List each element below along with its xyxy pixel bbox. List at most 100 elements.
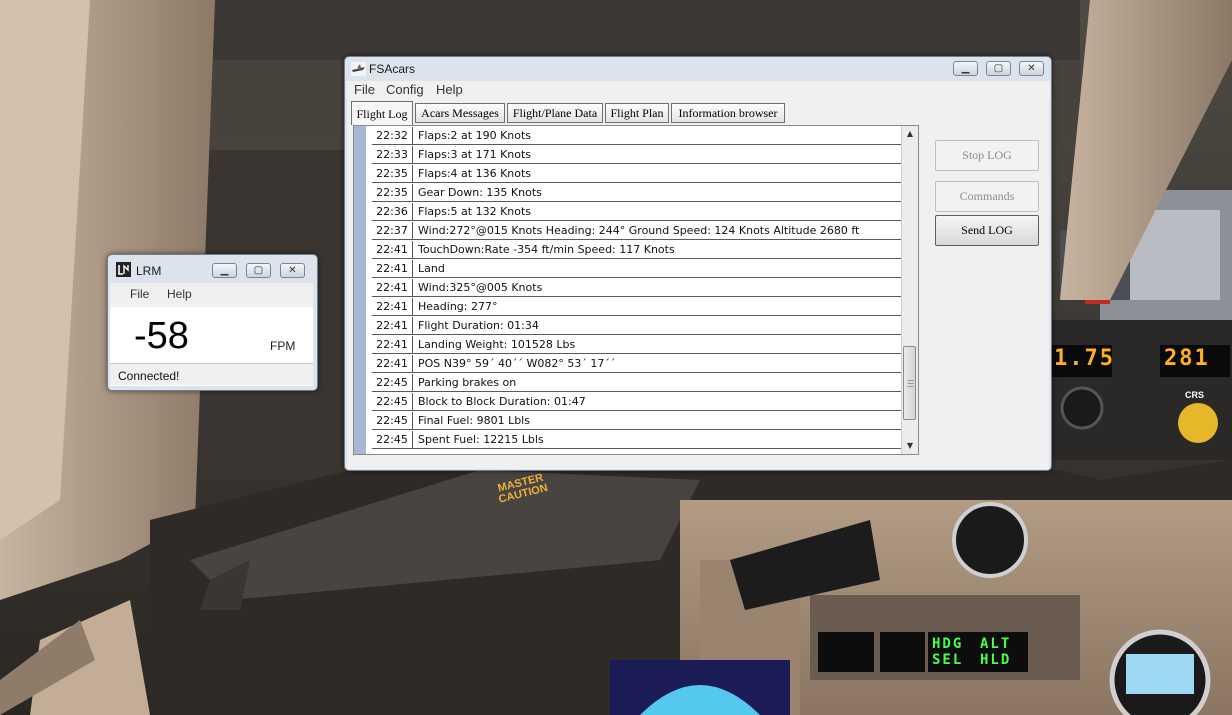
crs-label: CRS [1185, 390, 1205, 400]
log-entry-time: 22:45 [372, 393, 413, 410]
menu-config[interactable]: Config [386, 82, 424, 97]
menu-help[interactable]: Help [436, 82, 463, 97]
log-entry-time: 22:33 [372, 146, 413, 163]
log-entry-time: 22:32 [372, 127, 413, 144]
lrm-minimize-button[interactable]: ▁ [212, 263, 237, 278]
tab-information-browser[interactable]: Information browser [671, 103, 785, 123]
course-left-display: 1.75 [1054, 346, 1115, 371]
landing-rate-unit: FPM [270, 339, 296, 353]
scroll-thumb[interactable]: — — — [903, 346, 916, 420]
log-gutter [354, 126, 366, 454]
log-entry-text: Block to Block Duration: 01:47 [418, 395, 586, 408]
landing-rate-value: -58 [134, 315, 189, 357]
log-entry-row[interactable]: 22:41 Wind:325°@005 Knots [372, 279, 904, 297]
tab-acars-messages[interactable]: Acars Messages [415, 103, 505, 123]
log-entry-text: Landing Weight: 101528 Lbs [418, 338, 576, 351]
log-entry-row[interactable]: 22:41 Land [372, 260, 904, 278]
tab-flight-log[interactable]: Flight Log [351, 101, 413, 125]
log-entry-time: 22:45 [372, 412, 413, 429]
tab-flight-plane-data[interactable]: Flight/Plane Data [507, 103, 603, 123]
log-entry-text: Heading: 277° [418, 300, 498, 313]
grip-icon: — — — [907, 376, 914, 390]
fsacars-client-area: Flight Log Acars Messages Flight/Plane D… [347, 99, 1049, 469]
log-entry-time: 22:41 [372, 279, 413, 296]
log-entry-row[interactable]: 22:41 Flight Duration: 01:34 [372, 317, 904, 335]
fsacars-window[interactable]: FSAcars ▁ ▢ ✕ File Config Help Flight Lo… [344, 56, 1052, 471]
close-icon: ✕ [288, 265, 297, 276]
log-entry-text: Flaps:3 at 171 Knots [418, 148, 532, 161]
lrm-menubar: File Help [110, 283, 313, 307]
stop-log-button[interactable]: Stop LOG [935, 140, 1039, 171]
log-entry-row[interactable]: 22:32 Flaps:2 at 190 Knots [372, 127, 904, 145]
fma-altitude-hold: ALT HLD [980, 636, 1012, 668]
lrm-title: LRM [136, 264, 162, 278]
lrm-maximize-button[interactable]: ▢ [246, 263, 271, 278]
log-entry-time: 22:41 [372, 317, 413, 334]
log-entry-text: Wind:325°@005 Knots [418, 281, 543, 294]
lrm-menu-help[interactable]: Help [167, 287, 192, 301]
lrm-menu-file[interactable]: File [130, 287, 149, 301]
log-entry-row[interactable]: 22:45 Block to Block Duration: 01:47 [372, 393, 904, 411]
log-entry-row[interactable]: 22:41 Heading: 277° [372, 298, 904, 316]
course-right-display: 281 [1164, 346, 1210, 371]
log-entry-time: 22:35 [372, 165, 413, 182]
log-entry-text: POS N39° 59´ 40´´ W082° 53´ 17´´ [418, 357, 616, 370]
log-entry-row[interactable]: 22:45 Parking brakes on [372, 374, 904, 392]
minimize-icon: ▁ [220, 265, 229, 276]
log-entry-text: Parking brakes on [418, 376, 517, 389]
log-entry-text: Spent Fuel: 12215 Lbls [418, 433, 544, 446]
log-entry-row[interactable]: 22:36 Flaps:5 at 132 Knots [372, 203, 904, 221]
maximize-button[interactable]: ▢ [986, 61, 1011, 76]
maximize-icon: ▢ [253, 265, 264, 276]
fma-heading-select: HDG SEL [932, 636, 964, 668]
log-entry-time: 22:41 [372, 298, 413, 315]
log-entry-text: Flaps:5 at 132 Knots [418, 205, 532, 218]
minimize-button[interactable]: ▁ [953, 61, 978, 76]
connection-status: Connected! [110, 363, 313, 385]
log-entry-time: 22:35 [372, 184, 413, 201]
log-entry-text: Final Fuel: 9801 Lbls [418, 414, 530, 427]
plane-app-icon [351, 62, 366, 76]
log-entry-time: 22:41 [372, 260, 413, 277]
log-entry-row[interactable]: 22:41 TouchDown:Rate -354 ft/min Speed: 1… [372, 241, 904, 259]
log-entry-text: Flaps:2 at 190 Knots [418, 129, 532, 142]
log-entry-time: 22:36 [372, 203, 413, 220]
close-button[interactable]: ✕ [1019, 61, 1044, 76]
log-entry-row[interactable]: 22:45 Spent Fuel: 12215 Lbls [372, 431, 904, 449]
lrm-app-icon [116, 262, 131, 277]
log-entry-row[interactable]: 22:37 Wind:272°@015 Knots Heading: 244° G… [372, 222, 904, 240]
scroll-up-arrow-icon[interactable]: ▲ [902, 126, 918, 142]
fsacars-titlebar[interactable]: FSAcars ▁ ▢ ✕ [345, 57, 1051, 81]
log-entry-row[interactable]: 22:41 POS N39° 59´ 40´´ W082° 53´ 17´´ [372, 355, 904, 373]
lrm-client-area: File Help -58 FPM Connected! [110, 283, 313, 386]
log-scrollbar[interactable]: ▲ — — — ▼ [901, 126, 918, 454]
log-entry-time: 22:41 [372, 355, 413, 372]
tab-flight-plan[interactable]: Flight Plan [605, 103, 669, 123]
log-entry-row[interactable]: 22:33 Flaps:3 at 171 Knots [372, 146, 904, 164]
log-entry-time: 22:45 [372, 431, 413, 448]
log-entry-row[interactable]: 22:41 Landing Weight: 101528 Lbs [372, 336, 904, 354]
log-entry-row[interactable]: 22:35 Flaps:4 at 136 Knots [372, 165, 904, 183]
minimize-icon: ▁ [961, 63, 970, 74]
lrm-close-button[interactable]: ✕ [280, 263, 305, 278]
window-title: FSAcars [369, 62, 416, 76]
log-entry-text: Flight Duration: 01:34 [418, 319, 539, 332]
log-entry-text: Gear Down: 135 Knots [418, 186, 542, 199]
log-entry-time: 22:41 [372, 336, 413, 353]
scroll-down-arrow-icon[interactable]: ▼ [902, 438, 918, 454]
log-entry-time: 22:37 [372, 222, 413, 239]
commands-button[interactable]: Commands [935, 181, 1039, 212]
fsacars-menubar: File Config Help [346, 81, 1050, 99]
lrm-window[interactable]: LRM ▁ ▢ ✕ File Help -58 FPM Connected! [107, 254, 318, 391]
log-entry-row[interactable]: 22:35 Gear Down: 135 Knots [372, 184, 904, 202]
log-entry-time: 22:45 [372, 374, 413, 391]
send-log-button[interactable]: Send LOG [935, 215, 1039, 246]
log-entry-text: TouchDown:Rate -354 ft/min Speed: 117 Kn… [418, 243, 675, 256]
close-icon: ✕ [1027, 63, 1036, 74]
log-entry-row[interactable]: 22:45 Final Fuel: 9801 Lbls [372, 412, 904, 430]
menu-file[interactable]: File [354, 82, 375, 97]
flight-log-list[interactable]: 22:32 Flaps:2 at 190 Knots 22:33 Flaps:3 at… [353, 125, 919, 455]
log-entry-time: 22:41 [372, 241, 413, 258]
log-entry-text: Flaps:4 at 136 Knots [418, 167, 532, 180]
lrm-titlebar[interactable]: LRM ▁ ▢ ✕ [108, 255, 317, 279]
